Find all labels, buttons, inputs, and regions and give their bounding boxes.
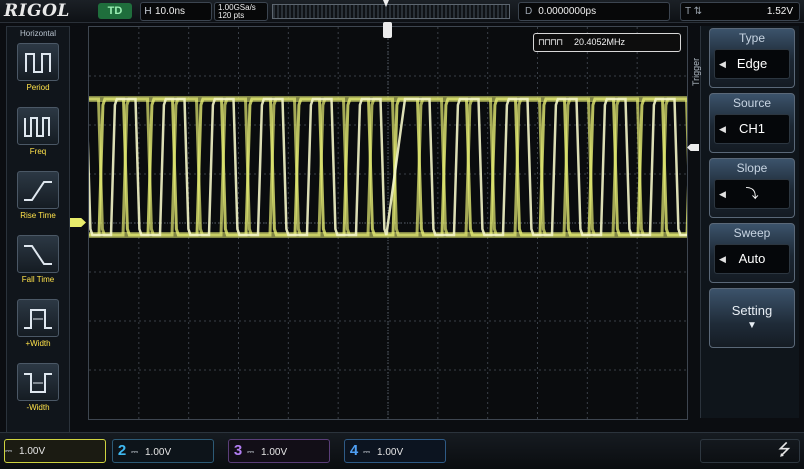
memory-position-bar[interactable] <box>272 4 510 19</box>
select-arrow-icon: ◀ <box>719 59 726 69</box>
horizontal-measure-menu: Horizontal Period Freq Rise Time Fall Ti… <box>6 26 70 438</box>
timebase-value: 10.0ns <box>155 6 186 17</box>
delay-label: D <box>525 6 533 17</box>
rise-time-icon <box>17 171 59 209</box>
status-bar: RIGOL TD H 10.0ns 1.00GSa/s 120 pts D 0.00… <box>0 0 804 23</box>
trigger-slope-value-box: ◀ ⤵ <box>714 179 790 209</box>
trigger-status-readout[interactable]: T ⇅ 1.52V <box>680 2 800 21</box>
measure-positive-width-label: +Width <box>25 339 51 348</box>
trigger-sweep-title: Sweep <box>733 226 771 240</box>
trigger-type-value-box: ◀ Edge <box>714 49 790 79</box>
select-arrow-icon: ◀ <box>719 189 726 199</box>
period-icon <box>17 43 59 81</box>
horizontal-delay-readout[interactable]: D 0.0000000ps <box>518 2 670 21</box>
trigger-slope-item[interactable]: Slope ◀ ⤵ <box>709 158 795 218</box>
trigger-source-value-box: ◀ CH1 <box>714 114 790 144</box>
channel-4-tab[interactable]: 4 ⎓ 1.00V <box>344 439 446 463</box>
measure-negative-width-key[interactable]: -Width <box>13 363 63 417</box>
frequency-icon <box>17 107 59 145</box>
graticule-and-trace <box>89 27 687 419</box>
positive-width-icon <box>17 299 59 337</box>
delay-value: 0.0000000ps <box>538 6 597 17</box>
channel-4-scale: 1.00V <box>377 447 404 458</box>
trigger-sweep-item[interactable]: Sweep ◀ Auto <box>709 223 795 283</box>
measure-fall-time-label: Fall Time <box>21 275 55 284</box>
trigger-sweep-value: Auto <box>738 251 766 266</box>
dc-coupling-icon: ⎓ <box>363 447 371 457</box>
channel-2-scale: 1.00V <box>145 447 172 458</box>
usb-status[interactable]: ⭍ <box>700 439 800 463</box>
channel-2-number: 2 <box>117 442 127 459</box>
timebase-readout[interactable]: H 10.0ns <box>140 2 212 21</box>
channel-1-scale: 1.00V <box>19 446 46 457</box>
measure-freq-key[interactable]: Freq <box>13 107 63 161</box>
measure-period-key[interactable]: Period <box>13 43 63 97</box>
dc-coupling-icon: ⎓ <box>131 447 139 457</box>
trigger-setting-button[interactable]: Setting ▼ <box>709 288 795 348</box>
measure-rise-time-label: Rise Time <box>20 211 56 220</box>
fall-time-icon <box>17 235 59 273</box>
ch1-offset-marker[interactable] <box>70 218 86 227</box>
trigger-setting-label: Setting <box>731 303 773 318</box>
channel-3-tab[interactable]: 3 ⎓ 1.00V <box>228 439 330 463</box>
memory-depth-value: 120 pts <box>218 11 245 20</box>
trigger-type-value: Edge <box>736 56 768 71</box>
channel-bar: ⎓ 1.00V 2 ⎓ 1.00V 3 ⎓ 1.00V 4 ⎓ 1.00V ⭍ <box>0 432 804 469</box>
measure-fall-time-key[interactable]: Fall Time <box>13 235 63 289</box>
channel-3-scale: 1.00V <box>261 447 288 458</box>
run-state-badge[interactable]: TD <box>98 3 132 19</box>
trigger-type-item[interactable]: Type ◀ Edge <box>709 28 795 88</box>
falling-edge-icon: ⤵ <box>745 186 759 201</box>
channel-1-tab[interactable]: ⎓ 1.00V <box>4 439 106 463</box>
waveform-display[interactable]: ⊓⊓⊓⊓ 20.4052MHz <box>88 26 688 420</box>
trigger-status-icons: T ⇅ <box>685 6 703 17</box>
negative-width-icon <box>17 363 59 401</box>
dc-coupling-icon: ⎓ <box>5 446 13 456</box>
measure-period-label: Period <box>26 83 50 92</box>
measure-negative-width-label: -Width <box>26 403 50 412</box>
select-arrow-icon: ◀ <box>719 254 726 264</box>
trigger-level-marker[interactable] <box>687 144 699 151</box>
brand-logo: RIGOL <box>4 1 70 21</box>
usb-icon: ⭍ <box>777 442 791 459</box>
trigger-source-value: CH1 <box>738 121 765 136</box>
channel-3-number: 3 <box>233 442 243 459</box>
trigger-source-title: Source <box>732 96 772 110</box>
trigger-type-title: Type <box>738 31 765 45</box>
trigger-position-marker[interactable] <box>383 22 392 38</box>
trigger-menu: Trigger Type ◀ Edge Source ◀ CH1 Slope ◀ ⤵ … <box>691 26 799 418</box>
frequency-counter[interactable]: ⊓⊓⊓⊓ 20.4052MHz <box>533 33 681 52</box>
trigger-source-item[interactable]: Source ◀ CH1 <box>709 93 795 153</box>
trigger-slope-title: Slope <box>736 161 768 175</box>
channel-2-tab[interactable]: 2 ⎓ 1.00V <box>112 439 214 463</box>
frequency-counter-value: 20.4052MHz <box>574 37 626 47</box>
square-wave-icon: ⊓⊓⊓⊓ <box>538 37 563 47</box>
horizontal-icon: H <box>144 6 152 17</box>
channel-4-number: 4 <box>349 442 359 459</box>
measure-freq-label: Freq <box>29 147 47 156</box>
sample-rate-readout: 1.00GSa/s 120 pts <box>214 2 268 21</box>
measure-rise-time-key[interactable]: Rise Time <box>13 171 63 225</box>
chevron-down-icon: ▼ <box>747 320 757 331</box>
dc-coupling-icon: ⎓ <box>247 447 255 457</box>
select-arrow-icon: ◀ <box>719 124 726 134</box>
trigger-level-value: 1.52V <box>766 6 793 17</box>
measure-positive-width-key[interactable]: +Width <box>13 299 63 353</box>
trigger-menu-title: Trigger <box>691 57 701 86</box>
trigger-sweep-value-box: ◀ Auto <box>714 244 790 274</box>
left-menu-title: Horizontal <box>19 29 56 38</box>
